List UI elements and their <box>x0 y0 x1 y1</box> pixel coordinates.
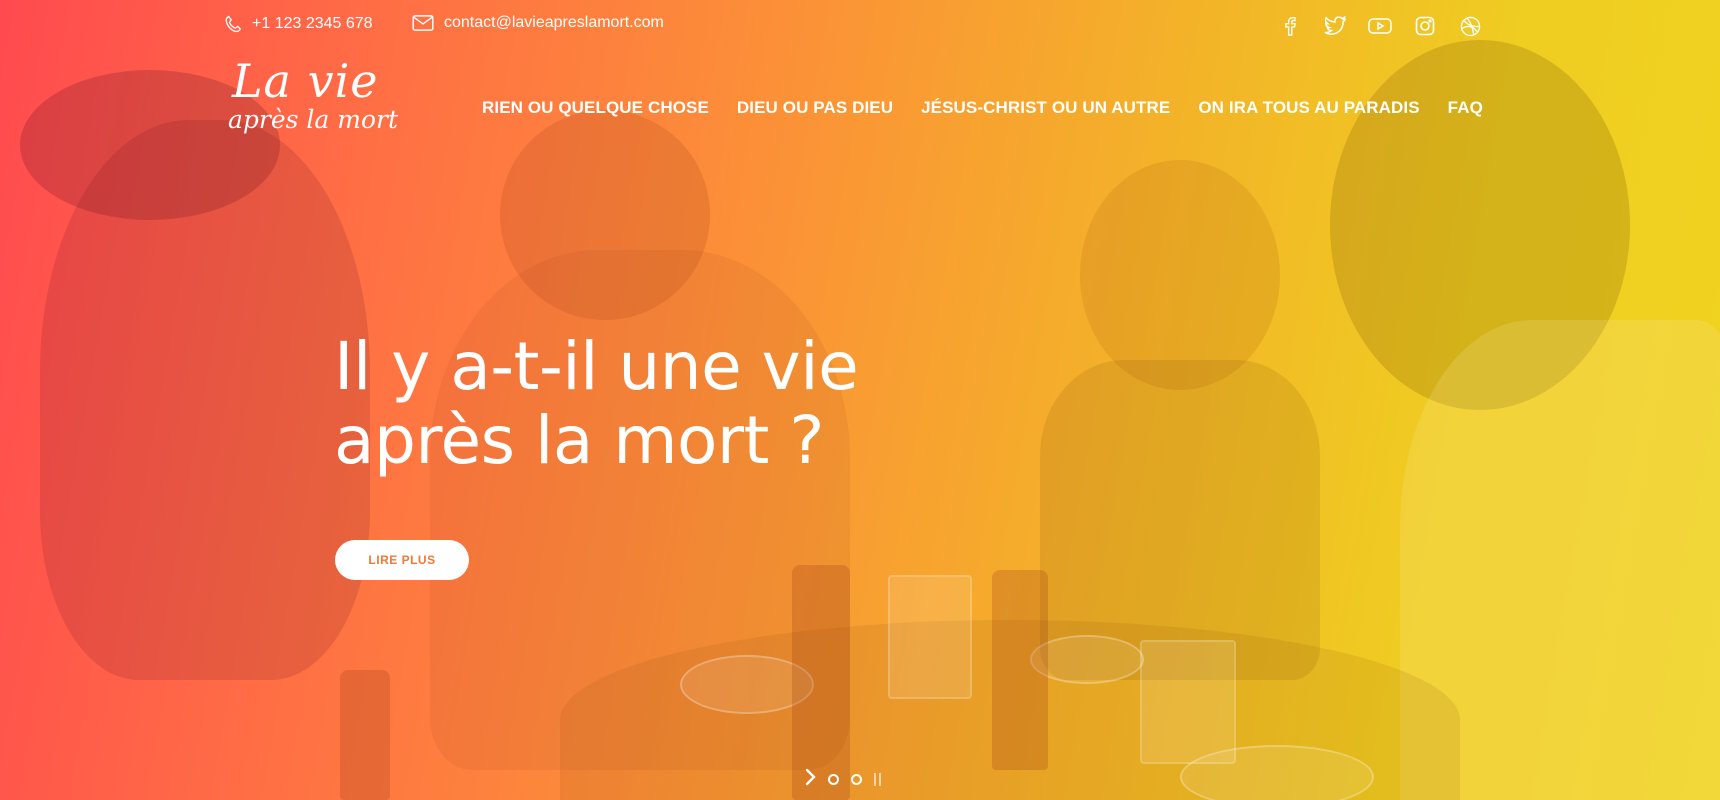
background-bottle <box>792 565 850 800</box>
facebook-icon[interactable] <box>1278 14 1302 38</box>
twitter-icon[interactable] <box>1323 14 1347 38</box>
instagram-icon[interactable] <box>1413 14 1437 38</box>
background-glass <box>888 575 972 699</box>
read-more-button[interactable]: LIRE PLUS <box>335 540 469 580</box>
social-links <box>1278 14 1482 38</box>
site-logo[interactable]: La vie après la mort <box>228 58 398 134</box>
nav-item-faq[interactable]: FAQ <box>1448 98 1483 118</box>
pause-icon[interactable] <box>874 773 881 786</box>
nav-item-jesus-christ-ou-un-autre[interactable]: JÉSUS-CHRIST OU UN AUTRE <box>921 98 1170 118</box>
top-bar: +1 123 2345 678 contact@lavieapreslamort… <box>0 12 1720 42</box>
youtube-icon[interactable] <box>1368 14 1392 38</box>
hero-headline: Il y a-t-il une vie après la mort ? <box>334 328 859 479</box>
phone-icon <box>225 15 242 33</box>
email-address: contact@lavieapreslamort.com <box>444 14 664 31</box>
main-navigation: RIEN OU QUELQUE CHOSE DIEU OU PAS DIEU J… <box>482 98 1483 118</box>
background-bottle <box>992 570 1048 770</box>
slider-controls <box>804 768 881 791</box>
background-glass <box>1140 640 1236 764</box>
chevron-right-icon[interactable] <box>804 768 816 791</box>
dribbble-icon[interactable] <box>1458 14 1482 38</box>
logo-line-1: La vie <box>232 54 379 108</box>
headline-line-2: après la mort ? <box>334 402 824 479</box>
slide-dot-2[interactable] <box>851 774 862 785</box>
hero-section: +1 123 2345 678 contact@lavieapreslamort… <box>0 0 1720 800</box>
phone-number: +1 123 2345 678 <box>252 15 373 32</box>
nav-item-on-ira-tous-au-paradis[interactable]: ON IRA TOUS AU PARADIS <box>1198 98 1419 118</box>
headline-line-1: Il y a-t-il une vie <box>334 328 859 405</box>
nav-item-dieu-ou-pas-dieu[interactable]: DIEU OU PAS DIEU <box>737 98 893 118</box>
background-figure-woman-left <box>40 120 370 680</box>
mail-icon <box>412 15 434 31</box>
slide-dot-1[interactable] <box>828 774 839 785</box>
background-bottle <box>340 670 390 800</box>
background-figure-woman-head <box>1080 160 1280 390</box>
nav-item-rien-ou-quelque-chose[interactable]: RIEN OU QUELQUE CHOSE <box>482 98 709 118</box>
email-contact[interactable]: contact@lavieapreslamort.com <box>412 14 664 32</box>
phone-contact[interactable]: +1 123 2345 678 <box>222 14 373 34</box>
logo-line-2: après la mort <box>228 105 399 134</box>
